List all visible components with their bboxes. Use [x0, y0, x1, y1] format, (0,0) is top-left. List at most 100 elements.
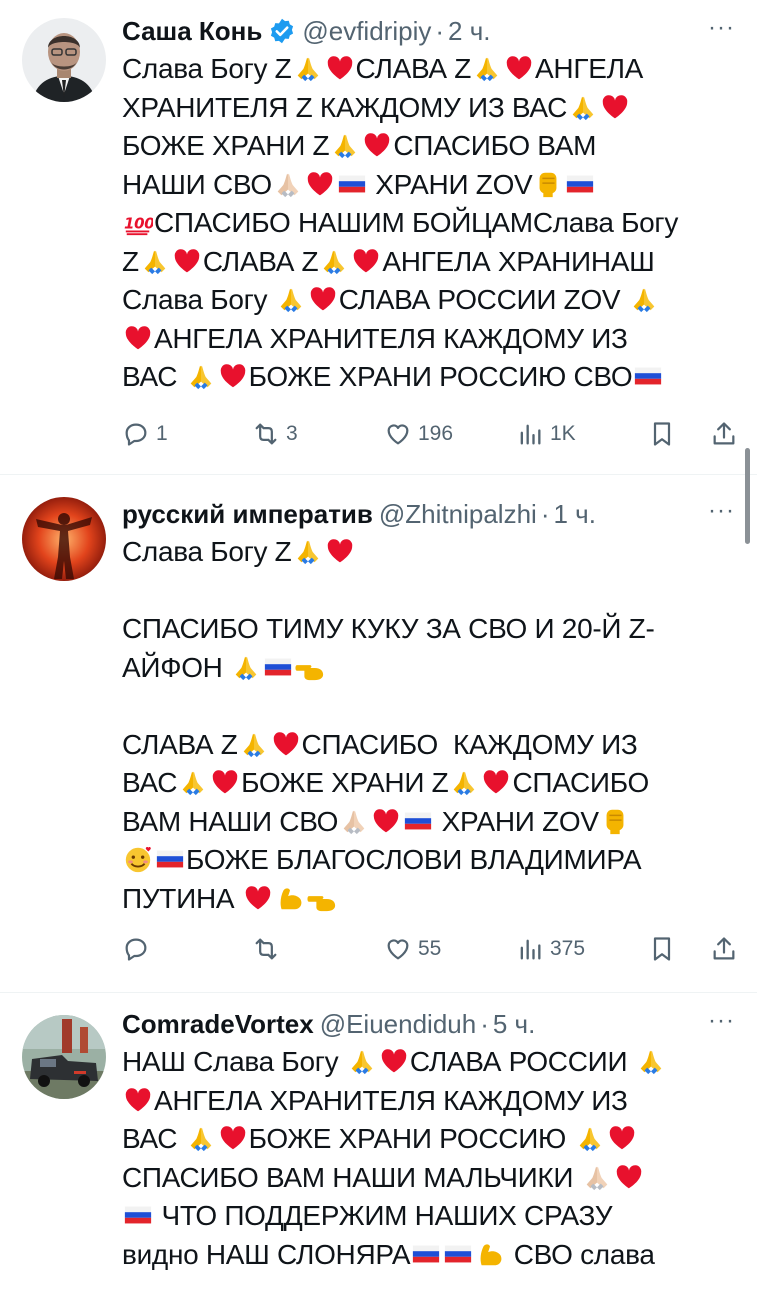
tweet-text-segment: ЧТО ПОДДЕРЖИМ НАШИХ СРАЗУ — [154, 1200, 613, 1231]
tweet-text-segment: СПАСИБО НАШИМ БОЙЦАМСлава Богу — [154, 207, 679, 238]
tweet-text-segment: Слава Богу — [122, 284, 275, 315]
pray-emoji-icon — [140, 246, 170, 276]
heart-emoji-icon — [218, 1123, 248, 1153]
retweet-button[interactable]: 3 — [252, 414, 298, 454]
tweet-text: НАШ Слава Богу СЛАВА РОССИИ АНГЕЛА ХРАНИ… — [122, 1043, 743, 1274]
flag-ru-emoji-icon — [403, 806, 433, 836]
tweet-text-segment: АНГЕЛА ХРАНИТЕЛЯ КАЖДОМУ ИЗ — [154, 1084, 628, 1116]
author-handle[interactable]: @Eiuendiduh — [320, 1007, 477, 1041]
author-name[interactable]: Саша Конь — [122, 14, 262, 48]
tweet-text-line: ВАС БОЖЕ ХРАНИ Z СПАСИБО — [122, 764, 743, 803]
flag-ru-emoji-icon — [411, 1239, 441, 1269]
author-handle[interactable]: @evfidripiy — [302, 14, 431, 48]
views-button[interactable]: 375 — [516, 929, 585, 969]
smile-hearts-emoji-icon — [123, 844, 153, 874]
heart-emoji-icon — [600, 92, 630, 122]
avatar[interactable] — [22, 1015, 106, 1099]
heart-emoji-icon — [172, 246, 202, 276]
heart-emoji-icon — [371, 806, 401, 836]
timestamp[interactable]: 1 ч. — [553, 497, 595, 531]
timestamp[interactable]: 5 ч. — [493, 1007, 535, 1041]
heart-emoji-icon — [481, 767, 511, 797]
views-button[interactable]: 1K — [516, 414, 576, 454]
more-options-icon[interactable]: ··· — [708, 1007, 735, 1035]
tweet-text: Слава Богу Z СЛАВА Z АНГЕЛА ХРАНИТЕЛЯ Z КАЖ… — [122, 50, 743, 397]
tweet-text-segment: БОЖЕ ХРАНИ РОССИЮ СВО — [248, 361, 633, 392]
tweet-text-segment: СПАСИБО — [512, 767, 649, 798]
tweet-text-segment: БОЖЕ БЛАГОСЛОВИ ВЛАДИМИРА — [186, 844, 642, 875]
tweet-header: русский императив @Zhitnipalzhi · 1 ч. — [122, 497, 743, 531]
tweet-text-line: НАШ Слава Богу СЛАВА РОССИИ — [122, 1043, 743, 1082]
tweet-text-segment: СЛАВА РОССИИ ZOV — [338, 284, 628, 315]
tweet-text-segment: ВАС — [122, 361, 185, 392]
heart-emoji-icon — [243, 883, 273, 913]
heart-outline-icon — [387, 939, 409, 960]
heart-emoji-icon — [351, 246, 381, 276]
flag-ru-emoji-icon — [337, 169, 367, 199]
author-name[interactable]: ComradeVortex — [122, 1007, 314, 1041]
avatar[interactable] — [22, 497, 106, 581]
tweet-header: Саша Конь @evfidripiy · 2 ч. — [122, 14, 743, 48]
reply-button[interactable] — [122, 929, 156, 969]
tweet-text-segment: СЛАВА Z — [122, 728, 238, 760]
like-count: 55 — [418, 937, 442, 960]
scrollbar[interactable] — [745, 448, 750, 544]
tweet-text-segment: СЛАВА Z — [202, 245, 319, 277]
timestamp[interactable]: 2 ч. — [448, 14, 490, 48]
tweet-text-segment: ВАС — [122, 1123, 185, 1154]
more-options-icon[interactable]: ··· — [708, 497, 735, 525]
retweet-button[interactable] — [252, 929, 286, 969]
tweet-text-segment: БОЖЕ ХРАНИ РОССИЮ — [248, 1123, 574, 1154]
tweet[interactable]: Саша Конь @evfidripiy · 2 ч. ··· Слава Б… — [0, 0, 757, 474]
muscle-emoji-icon — [475, 1239, 505, 1269]
tweet-body: русский императив @Zhitnipalzhi · 1 ч. ·… — [122, 497, 743, 918]
bookmark-button[interactable] — [648, 414, 676, 454]
tweet-text-line: АЙФОН — [122, 649, 743, 688]
tweet-text-line: АНГЕЛА ХРАНИТЕЛЯ КАЖДОМУ ИЗ — [122, 1082, 743, 1121]
flag-ru-emoji-icon — [565, 169, 595, 199]
author-name[interactable]: русский императив — [122, 497, 373, 531]
pray-emoji-icon — [347, 1046, 377, 1076]
share-button[interactable] — [710, 414, 738, 454]
like-button[interactable]: 196 — [384, 414, 453, 454]
tweet-text-segment: ВАМ НАШИ СВО — [122, 805, 339, 837]
point-left-emoji-icon — [295, 652, 325, 682]
tweet-text-line — [122, 687, 743, 726]
share-button[interactable] — [710, 929, 738, 969]
pray-emoji-icon — [319, 246, 349, 276]
views-count: 1K — [550, 422, 576, 445]
tweet[interactable]: русский императив @Zhitnipalzhi · 1 ч. ·… — [0, 474, 757, 992]
pray-light-emoji-icon — [339, 806, 369, 836]
tweet-text-segment: видно НАШ СЛОНЯРА — [122, 1238, 411, 1270]
tweet-text: Слава Богу Z СПАСИБО ТИМУ КУКУ ЗА СВО И 2… — [122, 533, 743, 918]
bookmark-button[interactable] — [648, 929, 676, 969]
tweet[interactable]: ComradeVortex @Eiuendiduh · 5 ч. ··· НАШ… — [0, 992, 757, 1292]
reply-button[interactable]: 1 — [122, 414, 168, 454]
pray-emoji-icon — [568, 92, 598, 122]
avatar[interactable] — [22, 18, 106, 102]
verified-badge-icon — [271, 18, 294, 44]
heart-emoji-icon — [325, 53, 355, 83]
svg-text:100: 100 — [124, 215, 153, 233]
like-button[interactable]: 55 — [384, 929, 441, 969]
tweet-text-line: видно НАШ СЛОНЯРА СВО слава — [122, 1236, 743, 1275]
heart-emoji-icon — [210, 767, 240, 797]
retweet-count: 3 — [286, 422, 298, 445]
tweet-text-segment: АНГЕЛА ХРАНИНАШ — [382, 245, 655, 277]
heart-emoji-icon — [218, 361, 248, 391]
tweet-text-line: БОЖЕ ХРАНИ Z СПАСИБО ВАМ — [122, 127, 743, 166]
reply-icon — [125, 938, 147, 961]
pray-emoji-icon — [330, 130, 360, 160]
heart-emoji-icon — [325, 536, 355, 566]
author-handle[interactable]: @Zhitnipalzhi — [379, 497, 537, 531]
share-icon — [713, 422, 735, 445]
analytics-icon — [520, 939, 541, 960]
tweet-actions: 55 375 — [122, 929, 742, 969]
separator-dot: · — [435, 16, 445, 46]
heart-emoji-icon — [614, 1162, 644, 1192]
more-options-icon[interactable]: ··· — [708, 14, 735, 42]
tweet-text-line: СЛАВА Z СПАСИБО КАЖДОМУ ИЗ — [122, 726, 743, 765]
heart-emoji-icon — [379, 1046, 409, 1076]
tweet-text-line: НАШИ СВО ХРАНИ ZOV — [122, 166, 743, 205]
reply-count: 1 — [156, 422, 168, 445]
